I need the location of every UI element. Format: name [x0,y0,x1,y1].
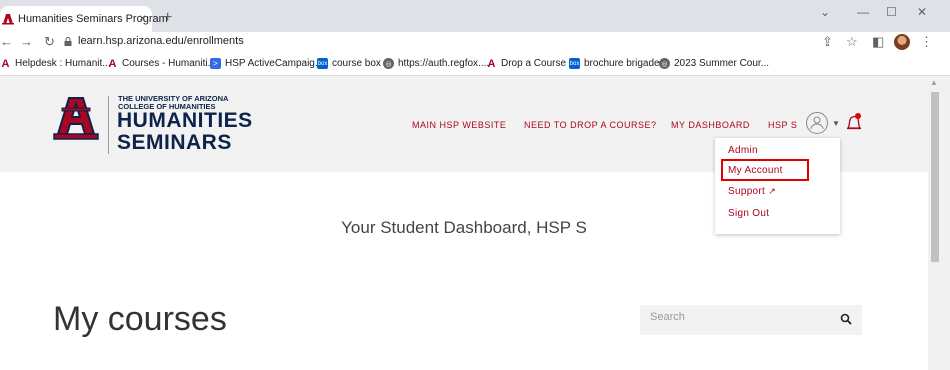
bookmark-item[interactable]: A Drop a Course [486,57,567,70]
dropdown-support[interactable]: Support ↗ [728,186,776,197]
bookmark-item[interactable]: box brochure brigade [569,58,660,69]
dashboard-title: Your Student Dashboard, HSP S [341,218,587,237]
bookmark-item[interactable]: > HSP ActiveCampaig... [210,58,323,69]
bookmark-label: https://auth.regfox.... [398,58,490,69]
arizona-icon: A [1,57,10,70]
dropdown-admin[interactable]: Admin [728,145,758,156]
search-icon[interactable] [840,313,852,325]
nav-my-dashboard[interactable]: MY DASHBOARD [671,120,750,130]
bookmarks-bar: A Helpdesk : Humanit... A Courses - Huma… [0,52,950,76]
external-link-icon: ↗ [768,186,777,196]
globe-icon: ◎ [659,58,670,69]
nav-user-name[interactable]: HSP S [768,120,797,130]
bookmark-item[interactable]: A Courses - Humaniti... [107,57,216,70]
box-icon: box [569,58,580,69]
forward-icon[interactable]: → [20,34,33,49]
logo-seminars-text: SEMINARS [117,131,232,154]
browser-toolbar: ← → ↻ learn.hsp.arizona.edu/enrollments … [0,32,950,52]
bookmark-label: HSP ActiveCampaig... [225,58,324,69]
activecampaign-icon: > [210,58,221,69]
user-avatar-icon[interactable] [806,112,828,134]
new-tab-button[interactable]: + [163,9,172,27]
bookmark-label: Courses - Humaniti... [122,58,216,69]
bookmark-label: Drop a Course [501,58,567,69]
logo-title[interactable]: HUMANITIES SEMINARS [117,110,253,154]
bookmark-label: course box [332,58,381,69]
minimize-icon[interactable]: — [857,5,869,19]
bookmark-label: brochure brigade [584,58,660,69]
dropdown-my-account[interactable]: My Account [728,165,783,176]
back-icon[interactable]: ← [0,34,13,49]
my-courses-heading: My courses [53,300,227,338]
lock-icon [64,37,72,46]
globe-icon: ◎ [383,58,394,69]
bookmark-star-icon[interactable]: ☆ [846,34,858,50]
arizona-favicon-icon [2,12,14,26]
support-label: Support [728,186,766,197]
course-search [640,305,862,335]
bookmark-label: 2023 Summer Cour... [674,58,770,69]
bookmark-label: Helpdesk : Humanit... [15,58,111,69]
bookmark-item[interactable]: A Helpdesk : Humanit... [0,57,111,70]
arizona-icon: A [108,57,117,70]
tab-search-chevron-icon[interactable]: ⌄ [820,5,830,19]
caret-down-icon[interactable]: ▼ [832,119,840,128]
bookmark-item[interactable]: ◎ https://auth.regfox.... [383,58,489,69]
nav-drop-course[interactable]: NEED TO DROP A COURSE? [524,120,657,130]
more-menu-icon[interactable]: ⋮ [920,34,933,50]
nav-main-hsp-website[interactable]: MAIN HSP WEBSITE [412,120,506,130]
bookmark-item[interactable]: box course box [317,58,381,69]
profile-avatar[interactable] [894,34,910,50]
browser-tab[interactable]: Humanities Seminars Program × [0,6,168,32]
side-panel-icon[interactable]: ◧ [872,34,884,50]
arizona-icon: A [487,57,496,70]
search-input[interactable] [650,311,820,323]
logo-humanities-text: HUMANITIES [117,109,253,132]
bookmark-item[interactable]: ◎ 2023 Summer Cour... [659,58,769,69]
box-icon: box [317,58,328,69]
window-close-icon[interactable]: ✕ [917,5,927,19]
logo-divider [108,96,109,154]
scroll-up-arrow-icon[interactable]: ▲ [930,78,938,87]
reload-icon[interactable]: ↻ [44,34,55,50]
browser-tab-strip: Humanities Seminars Program × + ⌄ — ☐ ✕ [0,0,950,32]
notification-bell-icon[interactable] [845,112,863,134]
arizona-a-logo-icon[interactable] [52,94,100,140]
tab-close-icon[interactable]: × [139,11,146,25]
web-page: THE UNIVERSITY OF ARIZONA COLLEGE OF HUM… [0,76,928,370]
address-bar[interactable]: learn.hsp.arizona.edu/enrollments [78,35,244,47]
scrollbar-thumb[interactable] [931,92,939,262]
share-icon[interactable]: ⇪ [822,34,833,50]
maximize-icon[interactable]: ☐ [886,5,897,19]
